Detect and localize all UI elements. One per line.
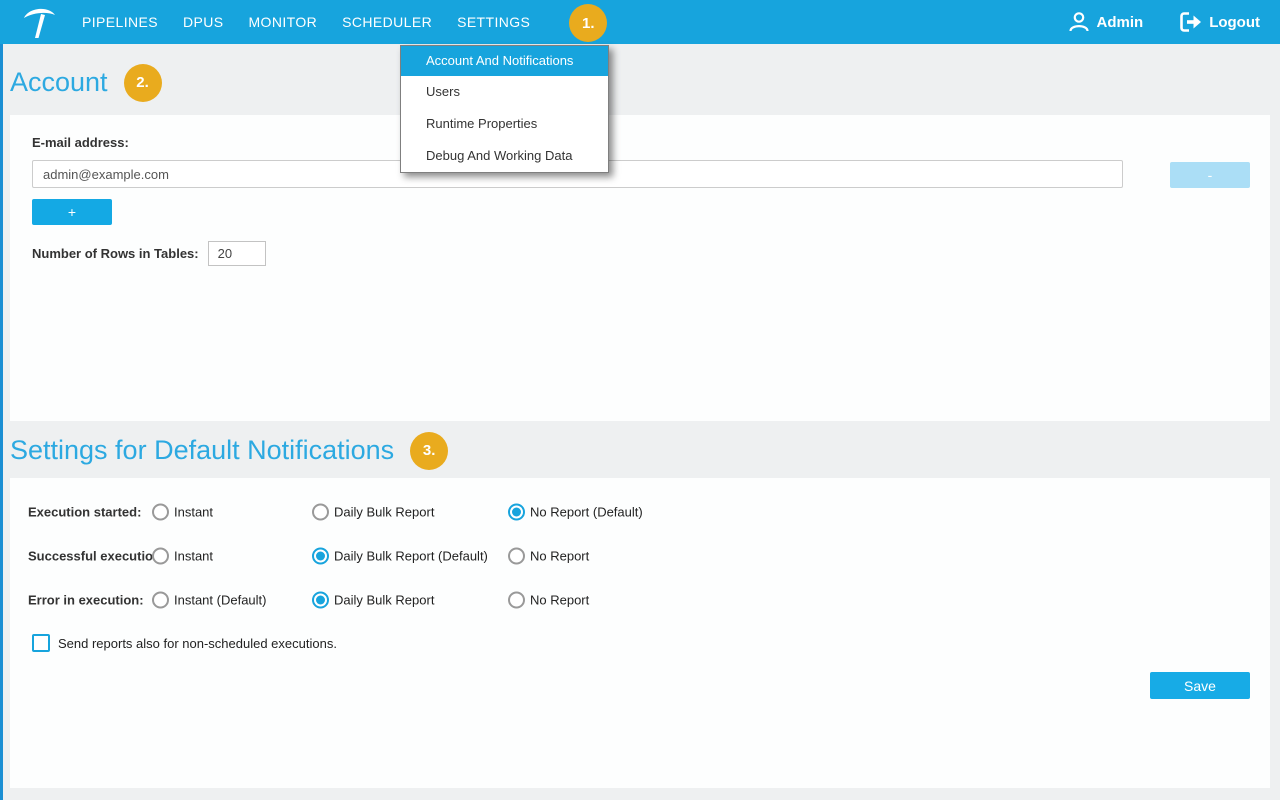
notification-row-successful-execution: Successful execution: Instant Daily Bulk… xyxy=(10,534,1270,578)
radio-icon[interactable] xyxy=(152,548,169,565)
top-navbar: PIPELINES DPUS MONITOR SCHEDULER SETTING… xyxy=(0,0,1280,44)
logout-icon xyxy=(1177,10,1203,34)
checkbox-label: Send reports also for non-scheduled exec… xyxy=(58,636,337,651)
radio-icon[interactable] xyxy=(508,504,525,521)
radio-option-instant-default[interactable]: Instant (Default) xyxy=(152,592,267,609)
row-label: Execution started: xyxy=(28,505,141,520)
menu-item-debug-and-working-data[interactable]: Debug And Working Data xyxy=(401,140,608,172)
user-icon xyxy=(1067,10,1091,34)
radio-option-daily-bulk-report[interactable]: Daily Bulk Report xyxy=(312,592,434,609)
radio-icon[interactable] xyxy=(152,592,169,609)
radio-icon[interactable] xyxy=(312,504,329,521)
non-scheduled-reports-field: Send reports also for non-scheduled exec… xyxy=(32,634,1270,652)
radio-label: No Report xyxy=(530,549,589,564)
menu-item-account-and-notifications[interactable]: Account And Notifications xyxy=(401,46,608,76)
radio-option-no-report[interactable]: No Report xyxy=(508,548,589,565)
annotation-badge-3: 3. xyxy=(410,432,448,470)
radio-icon[interactable] xyxy=(508,592,525,609)
radio-label: Daily Bulk Report xyxy=(334,505,434,520)
nav-item-pipelines[interactable]: PIPELINES xyxy=(82,14,158,30)
radio-label: No Report xyxy=(530,593,589,608)
radio-label: Instant (Default) xyxy=(174,593,267,608)
logout-label: Logout xyxy=(1209,14,1260,31)
radio-label: Instant xyxy=(174,505,213,520)
notifications-card: Execution started: Instant Daily Bulk Re… xyxy=(10,478,1270,788)
account-card: E-mail address: - + Number of Rows in Ta… xyxy=(10,115,1270,421)
notifications-title: Settings for Default Notifications xyxy=(10,435,394,466)
main-navigation: PIPELINES DPUS MONITOR SCHEDULER SETTING… xyxy=(82,14,555,30)
radio-option-instant[interactable]: Instant xyxy=(152,548,213,565)
rows-in-tables-input[interactable] xyxy=(208,241,266,266)
radio-icon[interactable] xyxy=(312,592,329,609)
logout-button[interactable]: Logout xyxy=(1177,10,1260,34)
menu-item-users[interactable]: Users xyxy=(401,76,608,108)
row-label: Successful execution: xyxy=(28,549,165,564)
settings-dropdown-menu: Account And Notifications Users Runtime … xyxy=(400,45,609,173)
page-content: Account 2. E-mail address: - + Number of… xyxy=(0,44,1280,800)
account-title: Account xyxy=(10,67,108,98)
radio-label: Instant xyxy=(174,549,213,564)
navbar-right: Admin Logout xyxy=(1067,10,1260,34)
notifications-section-header: Settings for Default Notifications 3. xyxy=(3,421,1280,478)
rows-in-tables-label: Number of Rows in Tables: xyxy=(32,246,199,261)
add-email-button[interactable]: + xyxy=(32,199,112,225)
radio-option-no-report[interactable]: No Report xyxy=(508,592,589,609)
radio-icon[interactable] xyxy=(312,548,329,565)
nav-item-scheduler[interactable]: SCHEDULER xyxy=(342,14,432,30)
radio-option-daily-bulk-report-default[interactable]: Daily Bulk Report (Default) xyxy=(312,548,488,565)
radio-icon[interactable] xyxy=(152,504,169,521)
annotation-badge-1: 1. xyxy=(569,4,607,42)
email-label: E-mail address: xyxy=(32,135,1248,150)
radio-option-no-report-default[interactable]: No Report (Default) xyxy=(508,504,643,521)
row-label: Error in execution: xyxy=(28,593,144,608)
non-scheduled-reports-checkbox[interactable] xyxy=(32,634,50,652)
rows-in-tables-field: Number of Rows in Tables: xyxy=(32,241,1248,266)
nav-item-settings[interactable]: SETTINGS xyxy=(457,14,530,30)
admin-user-button[interactable]: Admin xyxy=(1067,10,1144,34)
radio-icon[interactable] xyxy=(508,548,525,565)
nav-item-monitor[interactable]: MONITOR xyxy=(248,14,317,30)
radio-label: No Report (Default) xyxy=(530,505,643,520)
app-logo-icon[interactable] xyxy=(22,4,56,40)
notification-row-error-in-execution: Error in execution: Instant (Default) Da… xyxy=(10,578,1270,622)
save-button[interactable]: Save xyxy=(1150,672,1250,699)
radio-label: Daily Bulk Report (Default) xyxy=(334,549,488,564)
nav-item-dpus[interactable]: DPUS xyxy=(183,14,224,30)
notification-row-execution-started: Execution started: Instant Daily Bulk Re… xyxy=(10,490,1270,534)
admin-label: Admin xyxy=(1097,14,1144,31)
account-section-header: Account 2. xyxy=(3,44,1280,115)
radio-label: Daily Bulk Report xyxy=(334,593,434,608)
menu-item-runtime-properties[interactable]: Runtime Properties xyxy=(401,108,608,140)
radio-option-instant[interactable]: Instant xyxy=(152,504,213,521)
radio-option-daily-bulk-report[interactable]: Daily Bulk Report xyxy=(312,504,434,521)
remove-email-button[interactable]: - xyxy=(1170,162,1250,188)
annotation-badge-2: 2. xyxy=(124,64,162,102)
